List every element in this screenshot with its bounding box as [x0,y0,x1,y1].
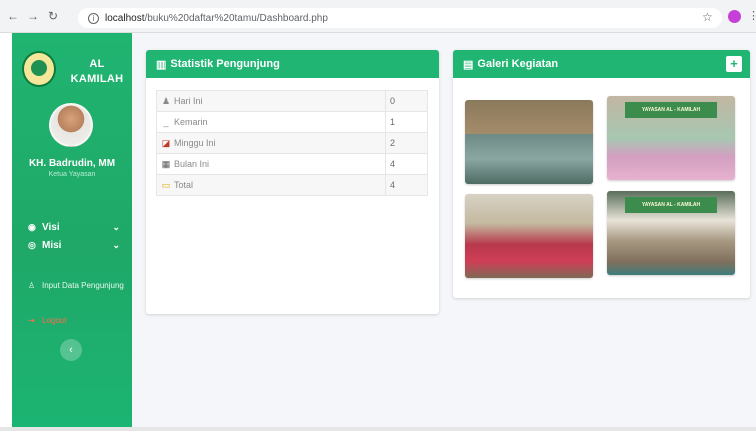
dashboard-page: AL KAMILAH KH. Badrudin, MM Ketua Yayasa… [12,33,756,427]
user-role: Ketua Yayasan [48,171,96,178]
chevron-left-icon: ‹ [69,344,73,356]
brand-name: AL KAMILAH [66,57,128,87]
brand-block: AL KAMILAH [22,51,126,91]
sidebar-item-input-data[interactable]: ♙ Input Data Pengunjung [28,281,132,290]
add-photo-button[interactable]: + [726,56,742,72]
user-name: KH. Badrudin, MM [28,158,116,169]
table-row: ◪ Minggu Ini 2 [156,132,428,154]
table-row: ♟ Hari Ini 0 [156,90,428,112]
stat-value: 4 [385,174,428,196]
statistics-card-header: ▥ Statistik Pengunjung [146,50,439,78]
calendar-icon: ▦ [161,158,171,169]
os-taskbar [0,427,756,431]
user-plus-icon: ♙ [28,281,36,290]
dash-icon: _ [163,117,169,127]
sidebar-item-visi[interactable]: ◉ Visi ⌄ [28,220,124,234]
user-icon: ♟ [161,95,171,106]
stat-label-cell: ◪ Minggu Ini [156,132,386,154]
gallery-photo-3[interactable] [465,194,593,278]
gallery-photo-4[interactable]: YAYASAN AL - KAMILAH [607,191,735,275]
bar-chart-icon: ▥ [156,58,167,71]
stat-label-cell: ♟ Hari Ini [156,90,386,112]
stat-label: Total [174,179,194,190]
sidebar: AL KAMILAH KH. Badrudin, MM Ketua Yayasa… [12,33,132,427]
stat-label-cell: _ Kemarin [156,111,386,133]
eye-icon: ◉ [28,221,36,232]
bookmark-star-icon[interactable]: ☆ [702,10,713,24]
sidebar-item-logout[interactable]: ⇥ Logout [28,316,124,325]
back-icon[interactable]: ← [6,9,20,23]
sidebar-item-label: Input Data Pengunjung [42,281,124,290]
site-info-icon[interactable]: i [88,12,99,24]
stat-label: Hari Ini [174,95,203,106]
stat-label: Kemarin [174,117,208,127]
gallery-card-header: ▤ Galeri Kegiatan + [453,50,750,78]
statistics-card: ▥ Statistik Pengunjung ♟ Hari Ini 0 _ Kema… [146,50,439,314]
stat-label: Minggu Ini [174,137,216,148]
folder-icon: ▭ [161,179,171,190]
sidebar-item-label: Logout [42,316,67,325]
brand-line-2: KAMILAH [70,73,124,85]
url-host: localhost [105,12,145,24]
stat-value: 4 [385,153,428,175]
stat-label-cell: ▭ Total [156,174,386,196]
sidebar-item-misi[interactable]: ◎ Misi ⌄ [28,238,124,252]
profile-avatar-icon[interactable] [728,10,741,23]
photo-banner: YAYASAN AL - KAMILAH [625,197,717,213]
brand-line-1: AL [89,58,105,70]
sidebar-item-label: Misi [42,239,62,251]
gallery-photo-1[interactable] [465,100,593,184]
image-gallery-icon: ▤ [463,58,474,71]
statistics-title: Statistik Pengunjung [170,58,280,70]
gallery-photo-2[interactable]: YAYASAN AL - KAMILAH [607,96,735,180]
statistics-table: ♟ Hari Ini 0 _ Kemarin 1 ◪ Minggu Ini 2 ▦ Bu… [156,90,428,196]
address-bar[interactable]: i localhost /buku%20daftar%20tamu/Dashbo… [78,8,722,28]
browser-menu-icon[interactable]: ⋮ [748,9,756,22]
table-row: ▦ Bulan Ini 4 [156,153,428,175]
browser-toolbar: ← → ↻ i localhost /buku%20daftar%20tamu/… [0,0,756,33]
table-row: _ Kemarin 1 [156,111,428,133]
stat-label-cell: ▦ Bulan Ini [156,153,386,175]
gallery-title: Galeri Kegiatan [477,58,559,70]
stat-value: 0 [385,90,428,112]
table-row: ▭ Total 4 [156,174,428,196]
stat-value: 1 [385,111,428,133]
sidebar-item-label: Visi [42,221,60,233]
forward-icon[interactable]: → [26,9,40,23]
stat-value: 2 [385,132,428,154]
chevron-down-icon: ⌄ [112,221,120,232]
stat-label: Bulan Ini [174,158,210,169]
reload-icon[interactable]: ↻ [46,9,60,23]
photo-banner: YAYASAN AL - KAMILAH [625,102,717,118]
al-kamilah-logo [22,51,56,87]
user-avatar [49,103,93,147]
chevron-down-icon: ⌄ [112,239,120,250]
chart-icon: ◪ [161,137,171,148]
target-icon: ◎ [28,239,36,250]
gallery-card: ▤ Galeri Kegiatan + YAYASAN AL - KAMILAH… [453,50,750,298]
sidebar-collapse-button[interactable]: ‹ [60,339,82,361]
logout-icon: ⇥ [28,316,35,325]
url-path: /buku%20daftar%20tamu/Dashboard.php [144,12,328,24]
